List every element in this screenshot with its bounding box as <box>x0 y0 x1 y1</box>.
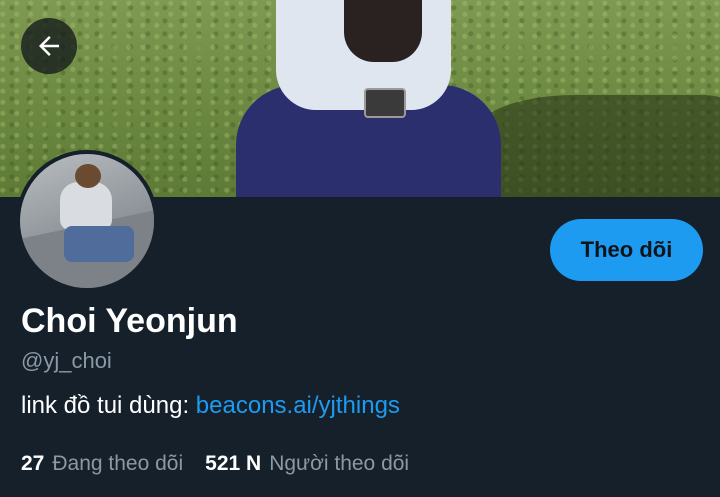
following-stat[interactable]: 27 Đang theo dõi <box>21 452 183 476</box>
followers-count: 521 N <box>205 452 262 475</box>
profile-bio: link đồ tui dùng: beacons.ai/yjthings <box>21 392 400 420</box>
profile-avatar[interactable] <box>16 150 158 292</box>
followers-label: Người theo dõi <box>269 452 410 475</box>
banner-camera <box>364 88 406 118</box>
banner-person-hair <box>344 0 422 62</box>
following-count: 27 <box>21 452 45 475</box>
avatar-figure-legs <box>64 226 134 262</box>
banner-person <box>236 0 501 197</box>
profile-handle: @yj_choi <box>21 348 112 373</box>
bio-text: link đồ tui dùng: <box>21 392 196 419</box>
profile-stats: 27 Đang theo dõi 521 N Người theo dõi <box>21 452 409 476</box>
following-label: Đang theo dõi <box>52 452 184 475</box>
back-button[interactable] <box>21 18 77 74</box>
followers-stat[interactable]: 521 N Người theo dõi <box>205 452 409 476</box>
arrow-left-icon <box>39 36 59 56</box>
profile-name: Choi Yeonjun <box>21 302 238 340</box>
follow-button[interactable]: Theo dõi <box>550 219 703 281</box>
bio-link[interactable]: beacons.ai/yjthings <box>196 392 400 419</box>
banner-shadow <box>470 95 720 197</box>
avatar-figure-top <box>60 182 112 230</box>
avatar-figure-head <box>75 164 101 188</box>
